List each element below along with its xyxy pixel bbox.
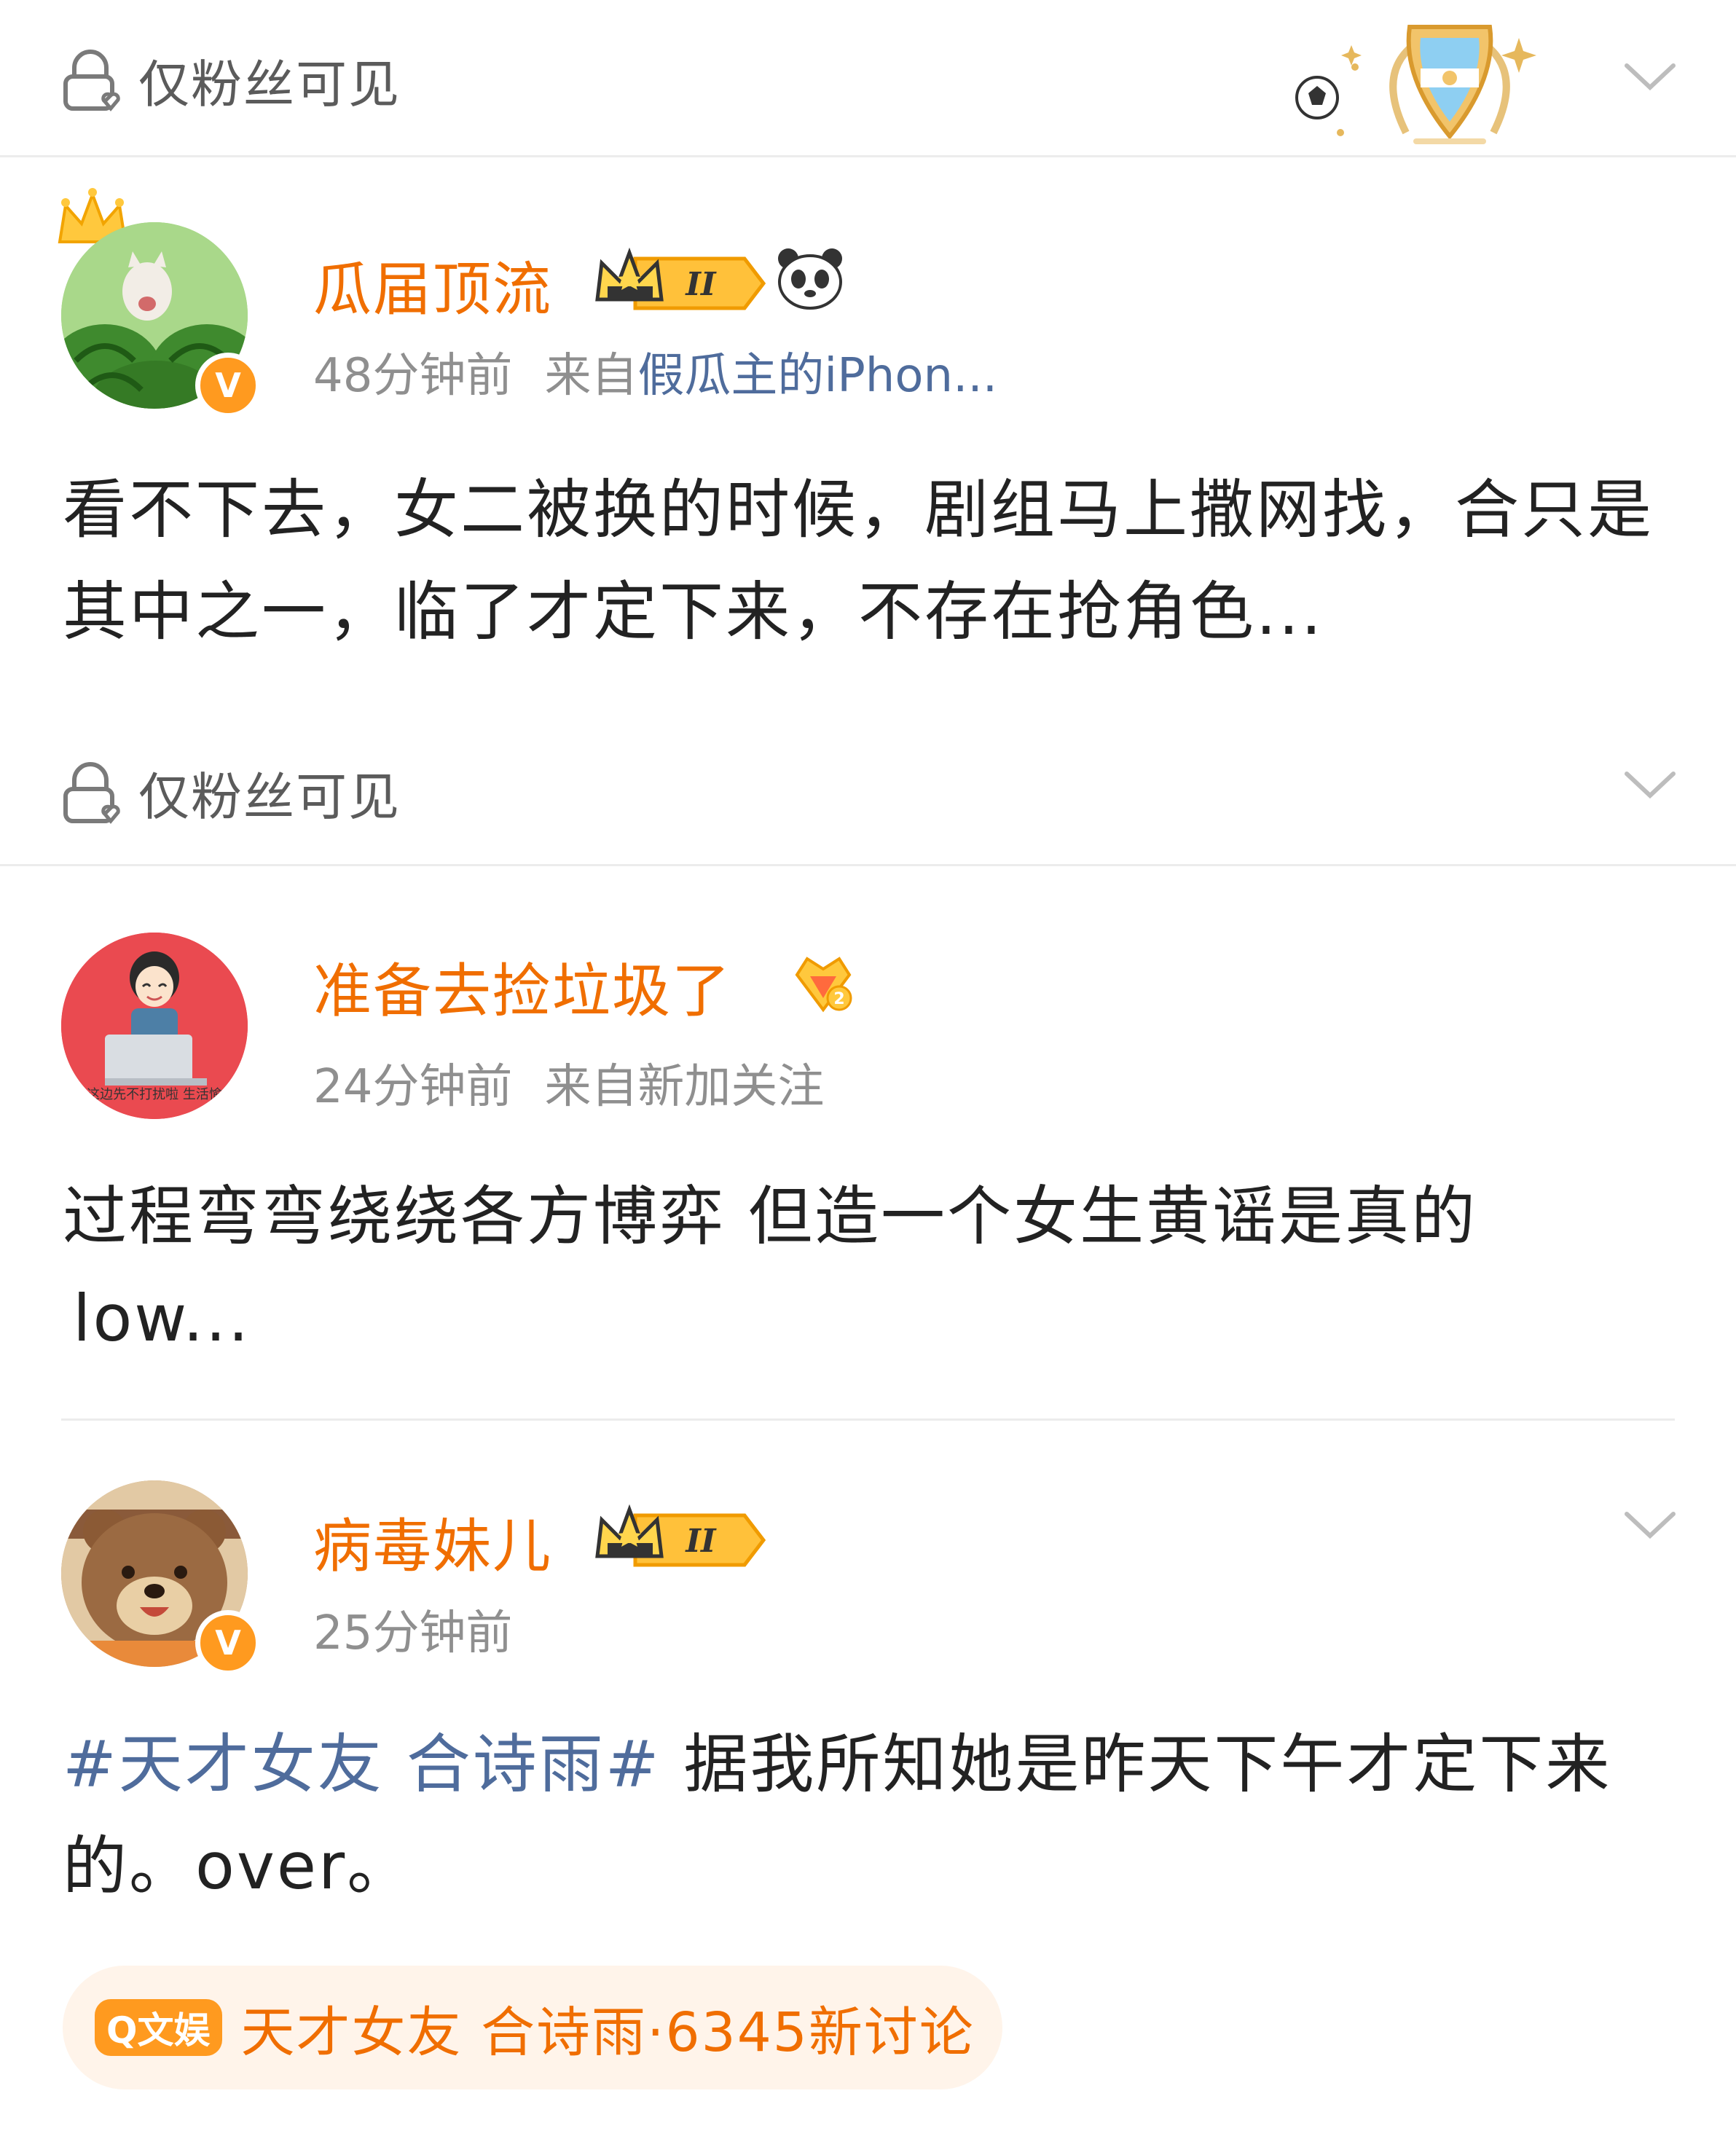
divider — [61, 1418, 1675, 1421]
topic-tag: Q文娱 — [95, 1999, 222, 2056]
chevron-down-icon[interactable] — [1622, 1507, 1678, 1543]
chevron-down-icon[interactable] — [1622, 766, 1678, 803]
crown-badge-icon: II — [595, 1504, 766, 1567]
lock-icon — [63, 49, 120, 111]
office-worker-avatar: 我这边先不打扰啦 生活愉快 — [61, 933, 248, 1119]
timestamp: 24分钟前 — [313, 1060, 513, 1114]
crown-badge-icon: 2 — [795, 957, 852, 1013]
svg-text:2: 2 — [833, 990, 844, 1008]
comment-meta: 24分钟前 来自新加关注 — [313, 1049, 824, 1116]
comment-meta: 25分钟前 — [313, 1596, 512, 1663]
username[interactable]: 瓜届顶流 — [313, 243, 552, 327]
verified-badge-icon: V — [195, 1610, 261, 1676]
comment-text-line: low... — [73, 1281, 251, 1356]
divider — [0, 155, 1736, 157]
topic-card[interactable]: Q文娱 天才女友 合诗雨·6345新讨论 — [63, 1966, 1002, 2089]
avatar[interactable]: 我这边先不打扰啦 生活愉快 — [61, 933, 248, 1119]
panda-icon — [778, 248, 842, 310]
divider — [0, 864, 1736, 866]
argentina-shield-icon — [1295, 25, 1536, 144]
visibility-label: 仅粉丝可见 — [138, 55, 401, 114]
comment-text: 过程弯弯绕绕各方博弈 但造一个女生黄谣是真的 low... — [63, 1166, 1694, 1370]
visibility-label: 仅粉丝可见 — [138, 767, 401, 827]
vip-level-label: II — [684, 1523, 717, 1560]
lock-icon — [63, 761, 120, 824]
source-link[interactable]: 假瓜主的iPhon... — [637, 349, 997, 403]
verified-badge-icon: V — [195, 353, 261, 418]
comment-text: #天才女友 合诗雨# 据我所知她是昨天下午才定下来的。over。 — [63, 1714, 1694, 1918]
visibility-row: 仅粉丝可见 — [58, 756, 401, 830]
vip-level-label: II — [684, 266, 717, 303]
visibility-row-top: 仅粉丝可见 — [58, 44, 401, 117]
avatar-caption: 我这边先不打扰啦 生活愉快 — [74, 1087, 235, 1102]
crown-badge-icon: II — [595, 247, 766, 310]
topic-card-text: 天才女友 合诗雨·6345新讨论 — [240, 2001, 975, 2064]
source: 来自新加关注 — [544, 1060, 825, 1114]
username[interactable]: 病毒妹儿 — [313, 1499, 552, 1584]
chevron-down-icon[interactable] — [1622, 58, 1678, 95]
comment-text: 看不下去，女二被换的时候，剧组马上撒网找，合只是其中之一，临了才定下来，不存在抢… — [63, 472, 1654, 649]
timestamp: 48分钟前 — [313, 349, 513, 403]
source-prefix: 来自 — [544, 349, 638, 403]
topic-link[interactable]: #天才女友 合诗雨# — [63, 1727, 661, 1802]
username[interactable]: 准备去捡垃圾了 — [313, 944, 731, 1029]
timestamp: 25分钟前 — [313, 1606, 513, 1660]
comment-text-line: 过程弯弯绕绕各方博弈 但造一个女生黄谣是真的 — [63, 1179, 1477, 1254]
comment-meta: 48分钟前 来自假瓜主的iPhon... — [313, 338, 997, 405]
